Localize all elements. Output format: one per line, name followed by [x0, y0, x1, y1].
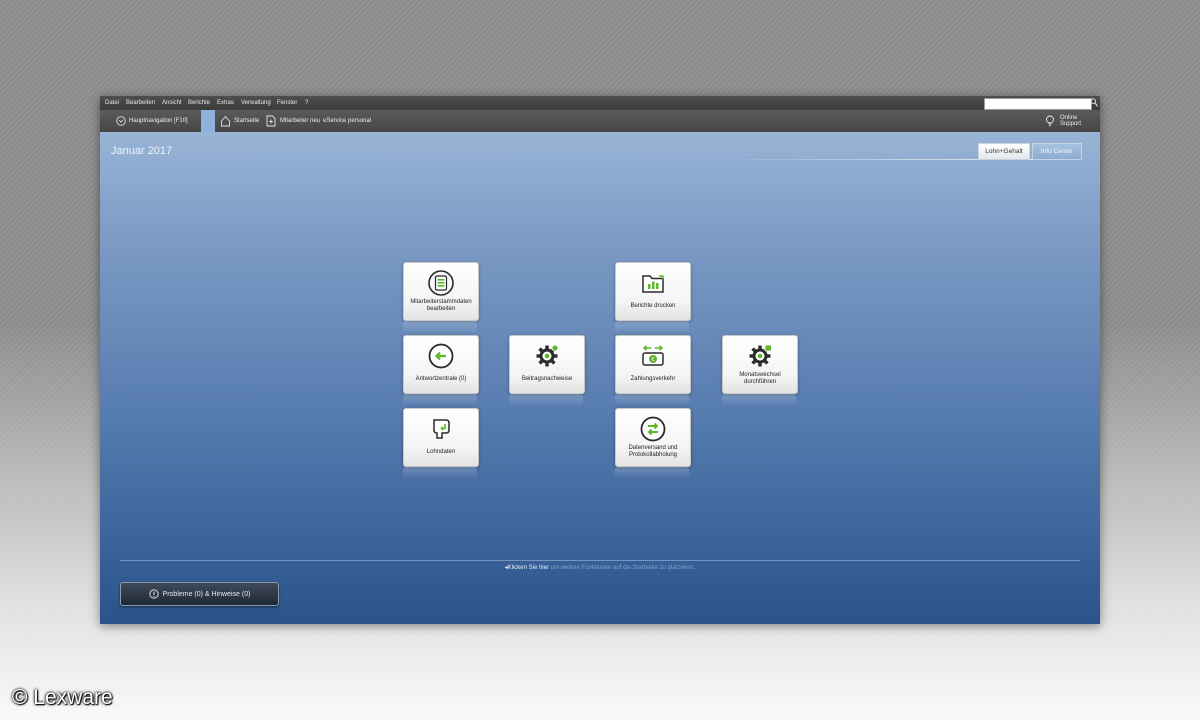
payroll-data-icon	[433, 419, 450, 439]
search-icon[interactable]	[1090, 98, 1098, 107]
report-folder-icon	[642, 275, 664, 293]
reply-arrow-icon	[428, 343, 454, 369]
startseite-label: Startseite	[234, 118, 260, 124]
menu-bar: Datei Bearbeiten Ansicht Berichte Extras…	[100, 96, 1100, 110]
employee-records-icon	[428, 270, 454, 296]
main-content: Januar 2017 Lohn+Gehalt Info Center Mita…	[100, 132, 1100, 624]
tile-datenversand-label: Datenversand und Protokollabholung	[628, 445, 678, 458]
problems-label: Probleme (0) & Hinweise (0)	[162, 590, 251, 598]
tile-reflection	[403, 321, 477, 333]
tile-beitragsnachweise[interactable]: Beitragsnachweise	[509, 335, 585, 394]
menu-bearbeiten[interactable]: Bearbeiten	[126, 100, 155, 106]
tab-lohn-gehalt[interactable]: Lohn+Gehalt	[978, 143, 1030, 160]
tile-antwortzentrale-label: Antwortzentrale (0)	[415, 376, 467, 382]
lightbulb-icon	[1046, 115, 1054, 127]
tile-zahlungsverkehr-label: Zahlungsverkehr	[630, 376, 676, 382]
online-support-label: Online Support	[1060, 115, 1082, 127]
menu-verwaltung[interactable]: Verwaltung	[241, 100, 271, 106]
tile-reflection	[509, 394, 583, 406]
expand-circle-icon	[116, 116, 126, 126]
mitarbeiter-neu-link[interactable]: Mitarbeiter neu	[266, 110, 320, 132]
svg-text:€: €	[651, 357, 655, 363]
tile-reflection	[615, 321, 689, 333]
home-icon	[221, 115, 230, 127]
mitarbeiter-neu-label: Mitarbeiter neu	[280, 118, 321, 124]
menu-extras[interactable]: Extras	[217, 100, 234, 106]
hint-link[interactable]: Klicken Sie hier	[508, 565, 549, 571]
tile-monatswechsel-label: Monatswechsel durchführen	[739, 372, 781, 385]
add-functions-hint: ◂Klicken Sie hier um weitere Funktionen …	[100, 564, 1100, 571]
new-document-icon	[266, 115, 276, 127]
online-support-link[interactable]: Online Support	[1045, 110, 1100, 132]
tile-reflection	[615, 394, 689, 406]
menu-berichte[interactable]: Berichte	[188, 100, 210, 106]
menu-fenster[interactable]: Fenster	[277, 100, 297, 106]
gear-icon	[749, 344, 772, 367]
tile-berichte-drucken-label: Berichte drucken	[630, 303, 676, 309]
footer-divider	[120, 560, 1080, 561]
menu-help[interactable]: ?	[305, 100, 308, 106]
problems-button[interactable]: Probleme (0) & Hinweise (0)	[120, 582, 279, 606]
payment-exchange-icon: €	[642, 345, 664, 366]
tile-reflection	[403, 467, 477, 479]
tile-monatswechsel[interactable]: Monatswechsel durchführen	[722, 335, 798, 394]
tile-zahlungsverkehr[interactable]: € Zahlungsverkehr	[615, 335, 691, 394]
tile-beitragsnachweise-label: Beitragsnachweise	[521, 376, 573, 382]
tile-mitarbeiterstammdaten[interactable]: Mitarbeiterstammdaten bearbeiten	[403, 262, 479, 321]
hint-text: um weitere Funktionen auf die Startseite…	[550, 565, 696, 571]
tile-antwortzentrale[interactable]: Antwortzentrale (0)	[403, 335, 479, 394]
tile-berichte-drucken[interactable]: Berichte drucken	[615, 262, 691, 321]
tile-lohndaten[interactable]: Lohndaten	[403, 408, 479, 467]
menu-datei[interactable]: Datei	[105, 100, 119, 106]
main-navigation-button[interactable]: Hauptnavigation [F10]	[100, 110, 200, 132]
startseite-link[interactable]: Startseite	[220, 110, 259, 132]
data-transfer-icon	[640, 416, 666, 442]
tile-mitarbeiterstammdaten-label: Mitarbeiterstammdaten bearbeiten	[410, 299, 472, 312]
tile-reflection	[615, 467, 689, 479]
tile-datenversand[interactable]: Datenversand und Protokollabholung	[615, 408, 691, 467]
search-input[interactable]	[984, 98, 1092, 110]
info-icon	[148, 589, 159, 599]
app-window: Datei Bearbeiten Ansicht Berichte Extras…	[100, 96, 1100, 624]
tile-reflection	[722, 394, 796, 406]
tab-info-center[interactable]: Info Center	[1032, 143, 1082, 160]
main-navigation-label: Hauptnavigation [F10]	[129, 118, 188, 124]
gear-icon	[536, 344, 559, 367]
tile-reflection	[403, 394, 477, 406]
navigation-bar: Hauptnavigation [F10] Startseite Mitarbe…	[100, 110, 1100, 132]
copyright-watermark: © Lexware	[12, 686, 113, 709]
eservice-link[interactable]: eService personal	[323, 110, 371, 132]
menu-ansicht[interactable]: Ansicht	[162, 100, 182, 106]
tile-lohndaten-label: Lohndaten	[426, 449, 456, 455]
eservice-label: eService personal	[323, 118, 372, 124]
current-month: Januar 2017	[111, 145, 173, 157]
navigation-indicator	[201, 110, 215, 132]
